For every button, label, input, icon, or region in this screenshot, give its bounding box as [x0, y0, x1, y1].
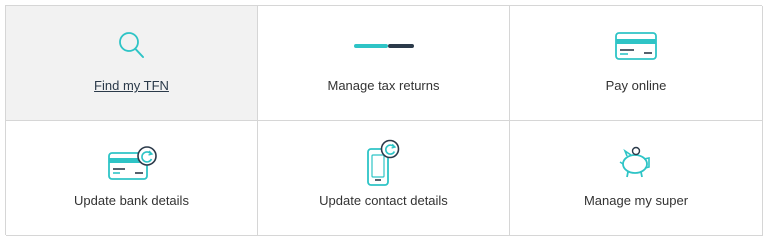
card-refresh-icon [102, 145, 162, 185]
tile-label: Manage my super [583, 193, 689, 208]
progress-bar-icon [353, 30, 414, 70]
tile-pay-online[interactable]: Pay online [510, 6, 763, 121]
tile-update-bank-details[interactable]: Update bank details [6, 121, 258, 236]
piggy-bank-icon [606, 145, 666, 185]
search-icon [102, 30, 162, 70]
tile-manage-my-super[interactable]: Manage my super [510, 121, 763, 236]
mobile-refresh-icon [354, 139, 414, 186]
tile-label[interactable]: Find my TFN [6, 78, 257, 93]
tile-label: Update contact details [319, 193, 448, 208]
tile-find-my-tfn[interactable]: Find my TFN [6, 6, 258, 121]
tile-manage-tax-returns[interactable]: Manage tax returns [258, 6, 510, 121]
credit-card-icon [606, 30, 666, 70]
tile-label: Update bank details [74, 193, 189, 208]
tile-label: Manage tax returns [327, 78, 440, 93]
tile-label: Pay online [605, 78, 667, 93]
quick-links-grid: Find my TFN Manage tax returns Pay onlin… [5, 5, 763, 236]
tile-update-contact-details[interactable]: Update contact details [258, 121, 510, 236]
